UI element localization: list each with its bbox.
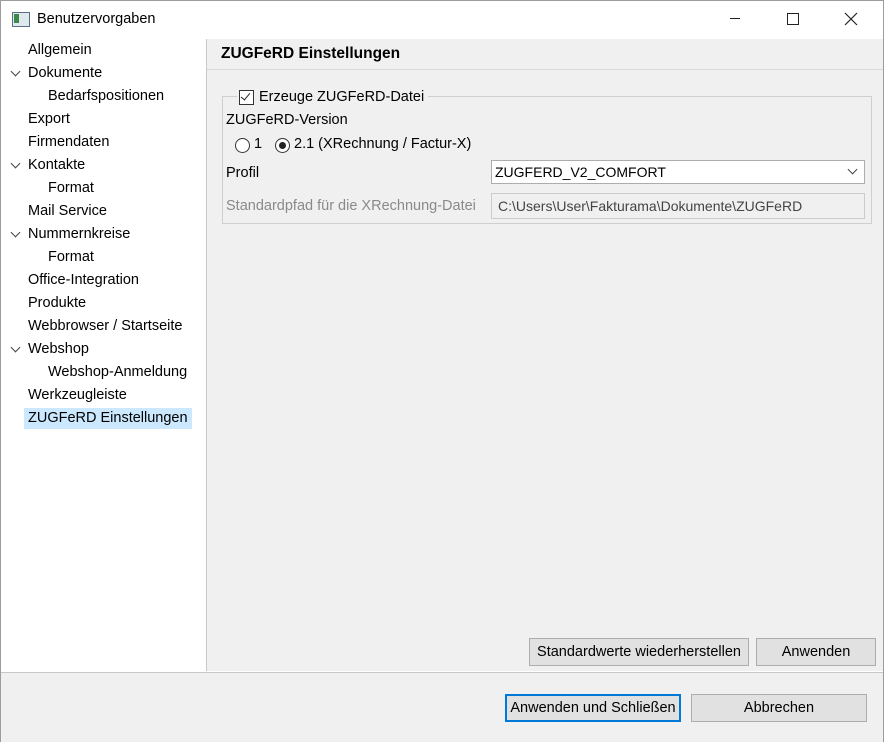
tree-item-werkzeugleiste[interactable]: Werkzeugleiste (28, 385, 127, 406)
chevron-down-icon[interactable] (10, 224, 22, 245)
restore-defaults-button[interactable]: Standardwerte wiederherstellen (529, 638, 749, 666)
tree-item-label: Dokumente (28, 65, 103, 81)
tree-item-label: Bedarfspositionen (48, 88, 165, 104)
preference-page: ZUGFeRD Einstellungen Erzeuge ZUGFeRD-Da… (207, 39, 883, 671)
tree-item-webshop-anmeldung[interactable]: Webshop-Anmeldung (48, 362, 187, 383)
preferences-tree: Allgemein Dokumente Bedarfspositionen Ex… (1, 39, 207, 671)
create-zugferd-checkbox[interactable]: Erzeuge ZUGFeRD-Datei (237, 87, 429, 107)
tree-item-label: Firmendaten (28, 134, 110, 150)
tree-item-label: Werkzeugleiste (28, 387, 127, 403)
version-2-1-label[interactable]: 2.1 (XRechnung / Factur-X) (294, 136, 471, 152)
tree-item-dokumente[interactable]: Dokumente (28, 63, 102, 84)
cancel-button[interactable]: Abbrechen (691, 694, 867, 722)
tree-item-webshop[interactable]: Webshop (28, 339, 89, 360)
path-input: C:\Users\User\Fakturama\Dokumente\ZUGFeR… (491, 193, 865, 219)
maximize-button[interactable] (764, 1, 822, 39)
tree-item-bedarfspositionen[interactable]: Bedarfspositionen (48, 86, 164, 107)
chevron-down-icon[interactable] (10, 339, 22, 360)
page-title: ZUGFeRD Einstellungen (221, 45, 401, 62)
tree-item-label: Format (48, 180, 94, 196)
tree-item-nummernkreise-format[interactable]: Format (48, 247, 94, 268)
tree-item-label: Mail Service (28, 203, 107, 219)
chevron-down-icon (847, 164, 858, 175)
tree-item-label: Nummernkreise (28, 226, 131, 242)
path-label: Standardpfad für die XRechnung-Datei (226, 198, 476, 214)
minimize-button[interactable] (706, 1, 764, 39)
version-2-1-radio[interactable] (275, 138, 290, 153)
tree-item-allgemein[interactable]: Allgemein (28, 40, 92, 61)
tree-item-label: Export (28, 111, 70, 127)
tree-item-label: ZUGFeRD Einstellungen (28, 410, 188, 426)
tree-item-kontakte-format[interactable]: Format (48, 178, 94, 199)
profile-label: Profil (226, 165, 260, 181)
preferences-window: Benutzervorgaben Allgemein Dokumente Bed… (0, 0, 884, 742)
tree-item-label: Office-Integration (28, 272, 139, 288)
profile-select-value: ZUGFERD_V2_COMFORT (495, 164, 666, 180)
tree-item-office-integration[interactable]: Office-Integration (28, 270, 139, 291)
tree-item-mail-service[interactable]: Mail Service (28, 201, 107, 222)
tree-item-label: Kontakte (28, 157, 86, 173)
create-zugferd-label: Erzeuge ZUGFeRD-Datei (259, 89, 425, 105)
tree-item-zugferd-einstellungen[interactable]: ZUGFeRD Einstellungen (24, 408, 192, 429)
chevron-down-icon[interactable] (10, 63, 22, 84)
tree-item-kontakte[interactable]: Kontakte (28, 155, 85, 176)
tree-item-label: Produkte (28, 295, 87, 311)
title-bar: Benutzervorgaben (1, 1, 883, 39)
profile-select[interactable]: ZUGFERD_V2_COMFORT (491, 160, 865, 184)
tree-item-label: Webshop-Anmeldung (48, 364, 188, 380)
close-button[interactable] (822, 1, 880, 39)
dialog-footer: Anwenden und Schließen Abbrechen (1, 672, 883, 742)
tree-item-label: Format (48, 249, 94, 265)
maximize-icon (787, 12, 799, 25)
tree-item-label: Allgemein (28, 42, 92, 58)
page-header: ZUGFeRD Einstellungen (207, 39, 883, 70)
version-1-radio[interactable] (235, 138, 250, 153)
chevron-down-icon[interactable] (10, 155, 22, 176)
close-icon (844, 12, 858, 26)
tree-item-produkte[interactable]: Produkte (28, 293, 86, 314)
window-title: Benutzervorgaben (37, 11, 156, 27)
minimize-icon (730, 18, 740, 20)
tree-item-webbrowser-startseite[interactable]: Webbrowser / Startseite (28, 316, 182, 337)
tree-item-firmendaten[interactable]: Firmendaten (28, 132, 109, 153)
tree-item-nummernkreise[interactable]: Nummernkreise (28, 224, 130, 245)
path-input-value: C:\Users\User\Fakturama\Dokumente\ZUGFeR… (498, 198, 803, 214)
app-icon (12, 12, 30, 27)
tree-item-export[interactable]: Export (28, 109, 70, 130)
version-1-label[interactable]: 1 (254, 136, 262, 152)
tree-item-label: Webshop (28, 341, 89, 357)
apply-and-close-button[interactable]: Anwenden und Schließen (505, 694, 681, 722)
apply-button[interactable]: Anwenden (756, 638, 876, 666)
version-label: ZUGFeRD-Version (226, 112, 348, 128)
checkbox-checked-icon[interactable] (239, 89, 254, 105)
tree-item-label: Webbrowser / Startseite (28, 318, 183, 334)
